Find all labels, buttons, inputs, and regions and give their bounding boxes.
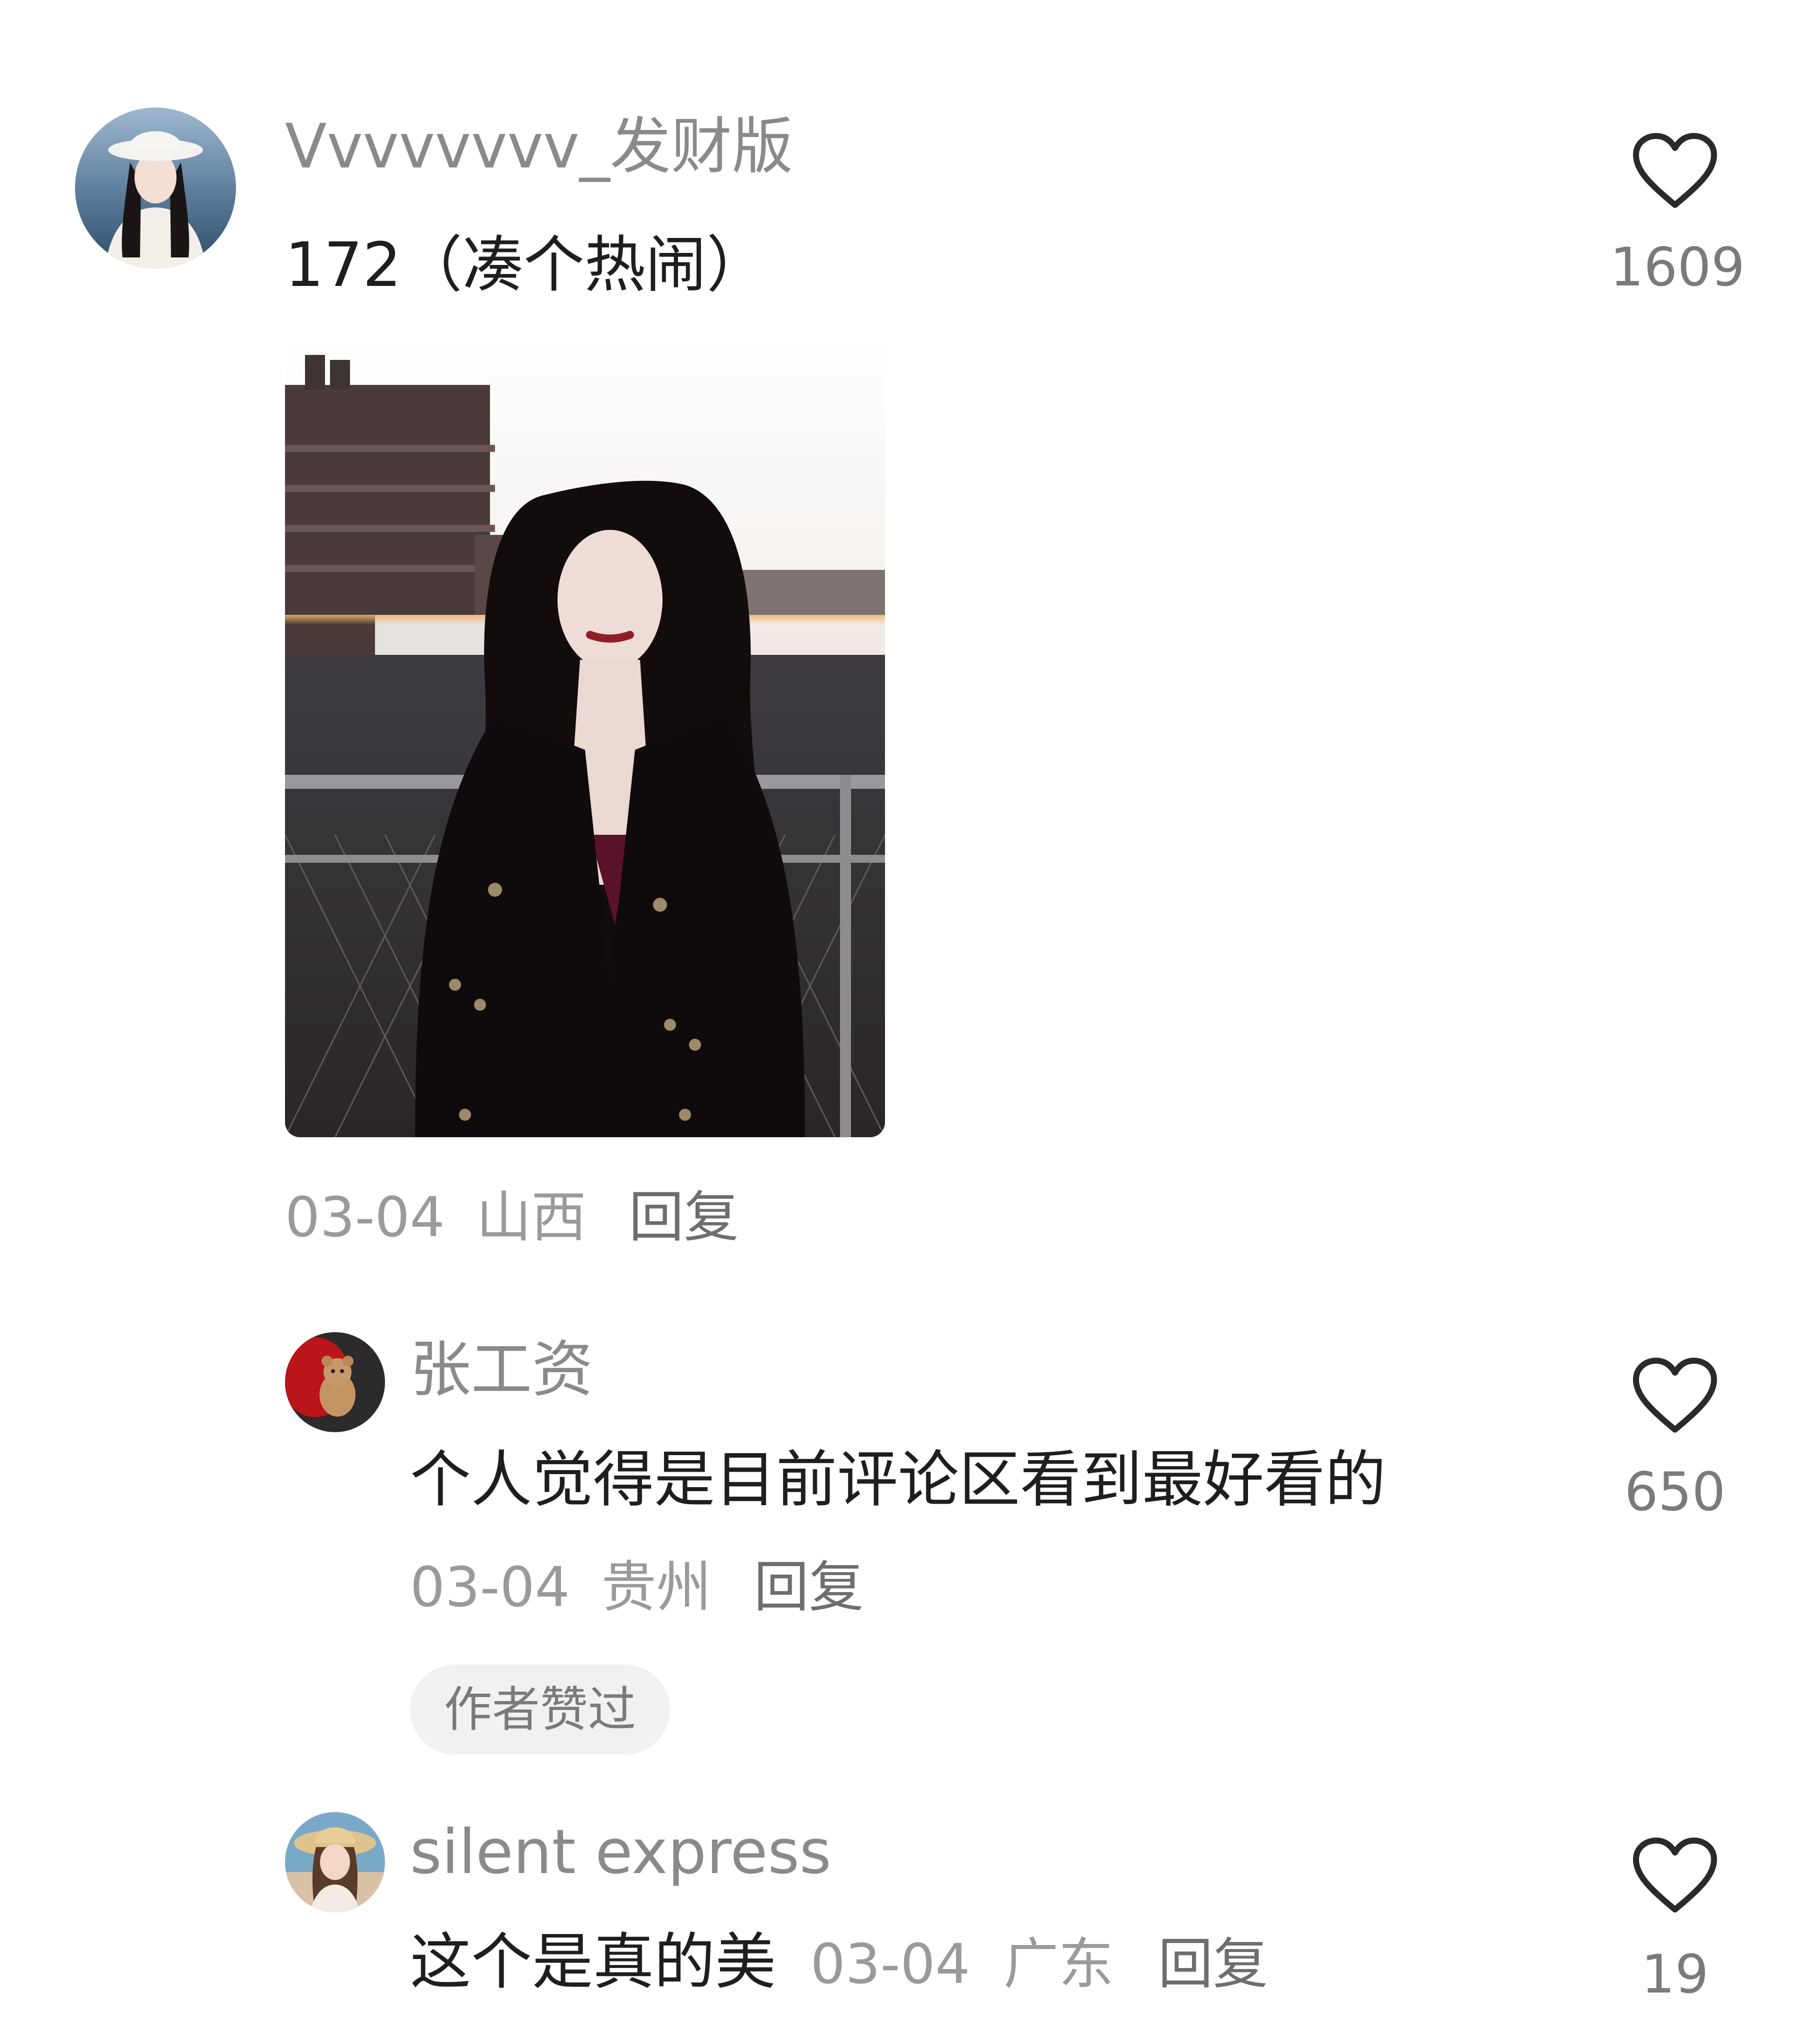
like-count: 650: [1624, 1461, 1726, 1523]
username[interactable]: silent express: [410, 1815, 832, 1890]
like-count: 19: [1641, 1944, 1709, 2005]
comment-text: 172（凑个热闹）: [285, 229, 768, 300]
avatar-image: [285, 1812, 385, 1912]
comment-location: 贵州: [601, 1555, 712, 1619]
comment-location: 广东: [1004, 1932, 1114, 1996]
username[interactable]: Vvvvvvvv_发财版: [285, 109, 793, 184]
avatar-image: [75, 107, 236, 268]
like-count: 1609: [1610, 236, 1745, 298]
author-liked-badge: 作者赞过: [410, 1665, 670, 1755]
comment-text: 这个是真的美: [410, 1927, 776, 1998]
reply-button[interactable]: 回复: [629, 1185, 739, 1249]
avatar-user-3[interactable]: [285, 1812, 385, 1912]
heart-icon[interactable]: [1631, 1836, 1719, 1916]
comment-date: 03-04: [285, 1185, 445, 1249]
avatar-image: [285, 1332, 385, 1432]
comment-meta: 03-04 贵州 回复: [410, 1552, 864, 1622]
comment-date: 03-04: [410, 1555, 570, 1619]
avatar-user-2[interactable]: [285, 1332, 385, 1432]
comment-photo[interactable]: [285, 335, 885, 1137]
comment-date: 03-04: [810, 1932, 970, 1996]
comment-text: 个人觉得是目前评论区看到最好看的: [410, 1444, 1386, 1515]
username[interactable]: 张工资: [410, 1332, 593, 1407]
comment-text-row: 这个是真的美 03-04 广东 回复: [410, 1925, 1268, 2002]
comment-location: 山西: [476, 1185, 586, 1249]
heart-icon[interactable]: [1631, 1356, 1719, 1436]
avatar-user-1[interactable]: [75, 107, 236, 268]
reply-button[interactable]: 回复: [1158, 1932, 1268, 1996]
reply-button[interactable]: 回复: [754, 1555, 864, 1619]
heart-icon[interactable]: [1631, 131, 1719, 211]
comment-meta: 03-04 山西 回复: [285, 1182, 739, 1252]
